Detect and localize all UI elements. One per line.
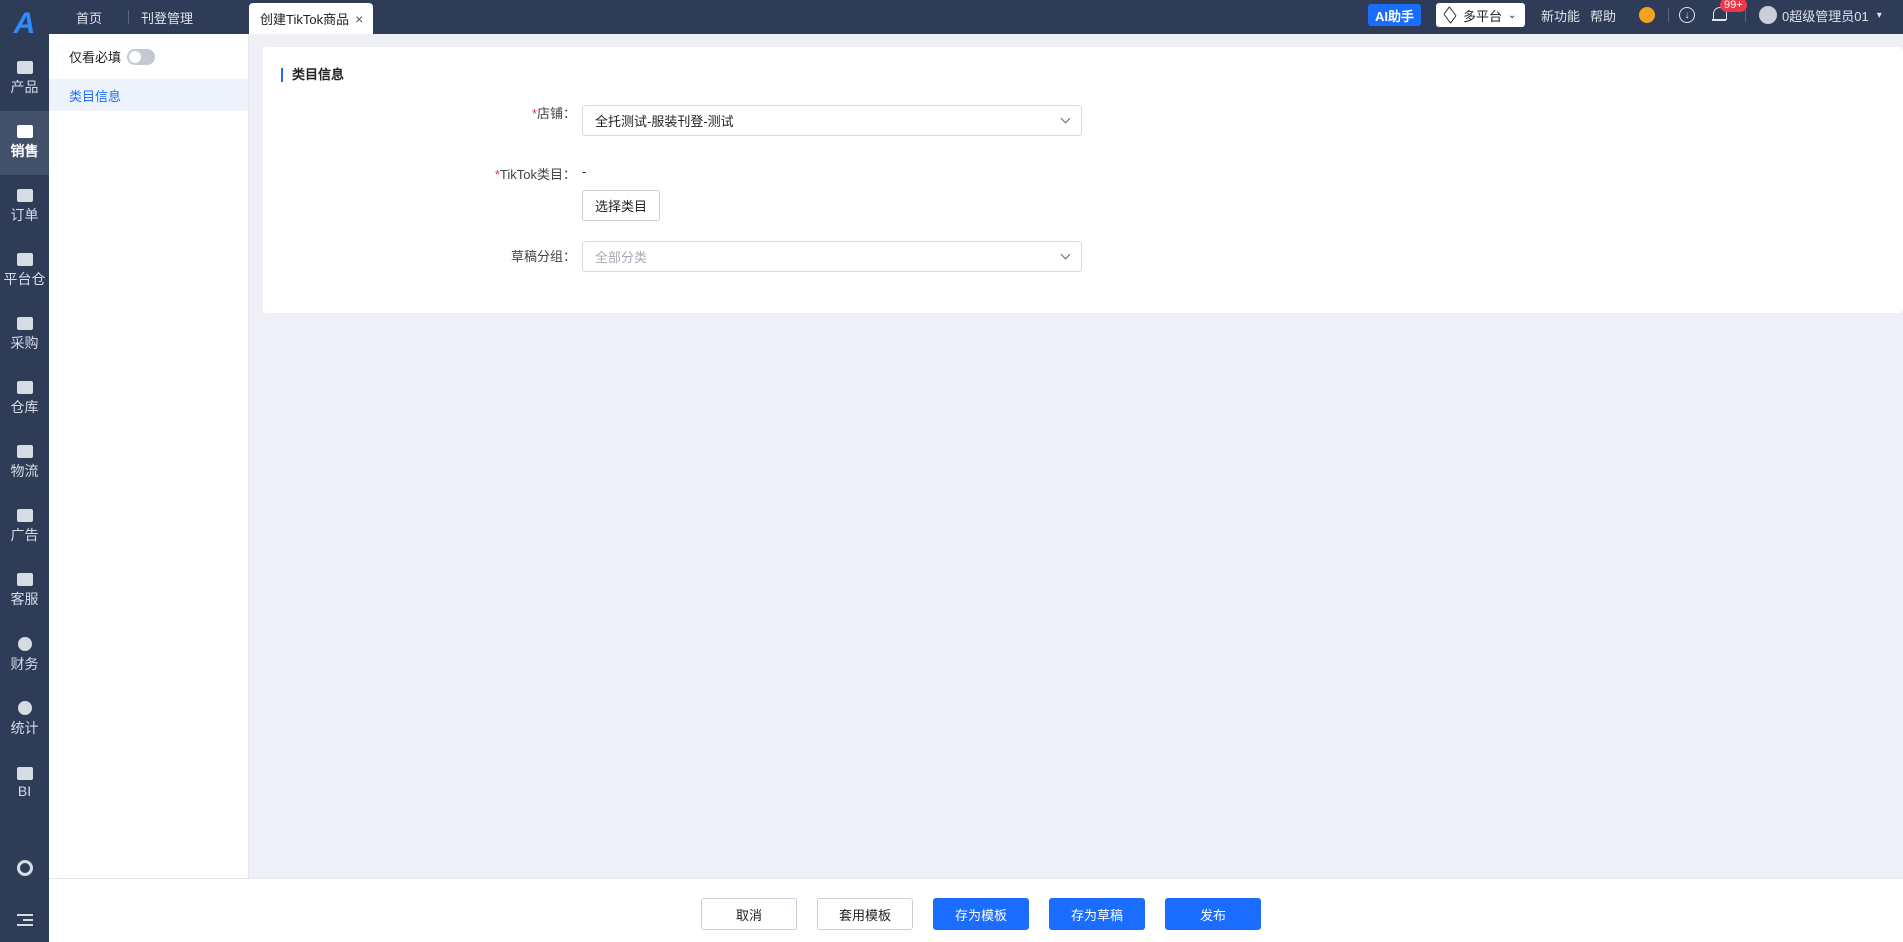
rail-item-label: 平台仓 bbox=[3, 271, 46, 287]
rail-item-label: 产品 bbox=[10, 79, 39, 95]
rail-item-2[interactable]: 订单 bbox=[0, 175, 49, 239]
only-required-toggle[interactable] bbox=[127, 48, 156, 65]
top-bar: 首页 刊登管理 创建TikTok商品 × AI助手 多平台 ⌄ 新功能 帮助 ↓… bbox=[49, 0, 1903, 34]
tiktok-category-label: *TikTok类目： bbox=[495, 164, 576, 183]
rail-item-1[interactable]: 销售 bbox=[0, 111, 49, 175]
avatar[interactable] bbox=[1759, 6, 1777, 24]
platform-warehouse-icon bbox=[16, 253, 33, 266]
rail-item-10[interactable]: 统计 bbox=[0, 687, 49, 751]
close-icon[interactable]: × bbox=[355, 11, 363, 27]
ad-icon bbox=[16, 509, 33, 522]
rail-item-label: 销售 bbox=[10, 143, 39, 159]
product-icon bbox=[16, 61, 33, 74]
tiktok-category-label-text: TikTok类目： bbox=[499, 167, 576, 182]
choose-category-button[interactable]: 选择类目 bbox=[582, 190, 661, 221]
rail-item-label: 财务 bbox=[10, 655, 39, 672]
tiktok-category-value: - bbox=[582, 164, 587, 179]
download-icon[interactable]: ↓ bbox=[1679, 7, 1695, 23]
shop-label-text: 店铺： bbox=[536, 106, 576, 121]
settings-gear-icon[interactable] bbox=[0, 860, 49, 876]
truck-icon bbox=[16, 445, 33, 458]
apply-template-button[interactable]: 套用模板 bbox=[817, 898, 913, 930]
only-required-label: 仅看必填 bbox=[69, 50, 122, 65]
rail-item-label: 采购 bbox=[10, 335, 39, 351]
rail-item-6[interactable]: 物流 bbox=[0, 431, 49, 495]
new-features-link[interactable]: 新功能 bbox=[1541, 0, 1580, 30]
mail-icon bbox=[16, 573, 33, 586]
draft-group-placeholder: 全部分类 bbox=[595, 250, 648, 265]
platform-selector-label: 多平台 bbox=[1463, 8, 1503, 24]
chevron-down-icon bbox=[1060, 249, 1071, 260]
layers-icon bbox=[1443, 6, 1457, 24]
help-link[interactable]: 帮助 bbox=[1590, 0, 1616, 30]
notification-badge: 99+ bbox=[1720, 0, 1747, 12]
tab-create-tiktok-product[interactable]: 创建TikTok商品 × bbox=[249, 3, 374, 34]
tab-divider bbox=[128, 10, 129, 24]
cancel-button[interactable]: 取消 bbox=[701, 898, 797, 930]
tab-home[interactable]: 首页 bbox=[76, 0, 102, 34]
publish-button[interactable]: 发布 bbox=[1165, 898, 1261, 930]
rail-item-7[interactable]: 广告 bbox=[0, 495, 49, 559]
rail-item-label: 客服 bbox=[10, 591, 39, 607]
section-sidebar: 仅看必填 类目信息 bbox=[49, 34, 249, 878]
shop-select[interactable]: 全托测试-服装刊登-测试 bbox=[582, 105, 1082, 136]
tab-listing-management[interactable]: 刊登管理 bbox=[141, 0, 193, 34]
rail-item-4[interactable]: 采购 bbox=[0, 303, 49, 367]
customer-service-headset-icon[interactable] bbox=[1639, 7, 1655, 23]
chevron-down-icon bbox=[1060, 113, 1071, 124]
logo-text: A bbox=[13, 6, 36, 40]
category-info-card: 类目信息 *店铺： 全托测试-服装刊登-测试 *TikTok类目： - 选择类目… bbox=[263, 47, 1903, 313]
order-icon bbox=[16, 189, 33, 202]
rail-item-label: 统计 bbox=[10, 719, 39, 736]
pie-chart-icon bbox=[17, 700, 32, 715]
rail-item-label: 物流 bbox=[10, 463, 39, 479]
user-name: 0超级管理员01 bbox=[1782, 8, 1869, 24]
shop-select-value: 全托测试-服装刊登-测试 bbox=[595, 114, 734, 129]
rail-item-label: 仓库 bbox=[10, 399, 39, 415]
rail-item-label: 订单 bbox=[10, 207, 39, 223]
yen-icon bbox=[17, 636, 32, 651]
save-as-draft-button[interactable]: 存为草稿 bbox=[1049, 898, 1145, 930]
draft-group-label: 草稿分组： bbox=[510, 249, 576, 264]
shop-label: *店铺： bbox=[532, 103, 576, 122]
platform-selector[interactable]: 多平台 ⌄ bbox=[1436, 3, 1525, 27]
rail-item-5[interactable]: 仓库 bbox=[0, 367, 49, 431]
rail-item-9[interactable]: 财务 bbox=[0, 623, 49, 687]
bi-icon bbox=[16, 767, 33, 780]
chevron-down-icon: ⌄ bbox=[1508, 9, 1517, 21]
section-title: 类目信息 bbox=[281, 68, 344, 82]
rail-item-11[interactable]: BI bbox=[0, 751, 49, 815]
sidebar-item-category-info[interactable]: 类目信息 bbox=[49, 79, 248, 111]
save-as-template-button[interactable]: 存为模板 bbox=[933, 898, 1029, 930]
ai-assistant-button[interactable]: AI助手 bbox=[1368, 4, 1422, 26]
user-menu[interactable]: 0超级管理员01 ▾ bbox=[1782, 0, 1882, 30]
warehouse-icon bbox=[16, 381, 33, 394]
only-required-filter: 仅看必填 bbox=[69, 47, 156, 66]
main-nav-rail: A 产品销售订单平台仓采购仓库物流广告客服财务统计 BI bbox=[0, 0, 49, 942]
action-footer: 取消 套用模板 存为模板 存为草稿 发布 bbox=[49, 878, 1903, 942]
draft-group-select[interactable]: 全部分类 bbox=[582, 241, 1082, 272]
collapse-menu-icon[interactable] bbox=[0, 913, 49, 927]
divider bbox=[1745, 8, 1746, 22]
rail-item-label: BI bbox=[17, 783, 32, 799]
rail-item-0[interactable]: 产品 bbox=[0, 47, 49, 111]
app-logo[interactable]: A bbox=[0, 0, 49, 47]
rail-item-3[interactable]: 平台仓 bbox=[0, 239, 49, 303]
rail-item-8[interactable]: 客服 bbox=[0, 559, 49, 623]
rail-item-label: 广告 bbox=[10, 527, 39, 543]
cart-icon bbox=[16, 317, 33, 330]
sell-icon bbox=[16, 125, 33, 138]
tab-label: 创建TikTok商品 bbox=[260, 12, 350, 27]
divider bbox=[1668, 8, 1669, 22]
chevron-down-icon: ▾ bbox=[1876, 9, 1882, 21]
